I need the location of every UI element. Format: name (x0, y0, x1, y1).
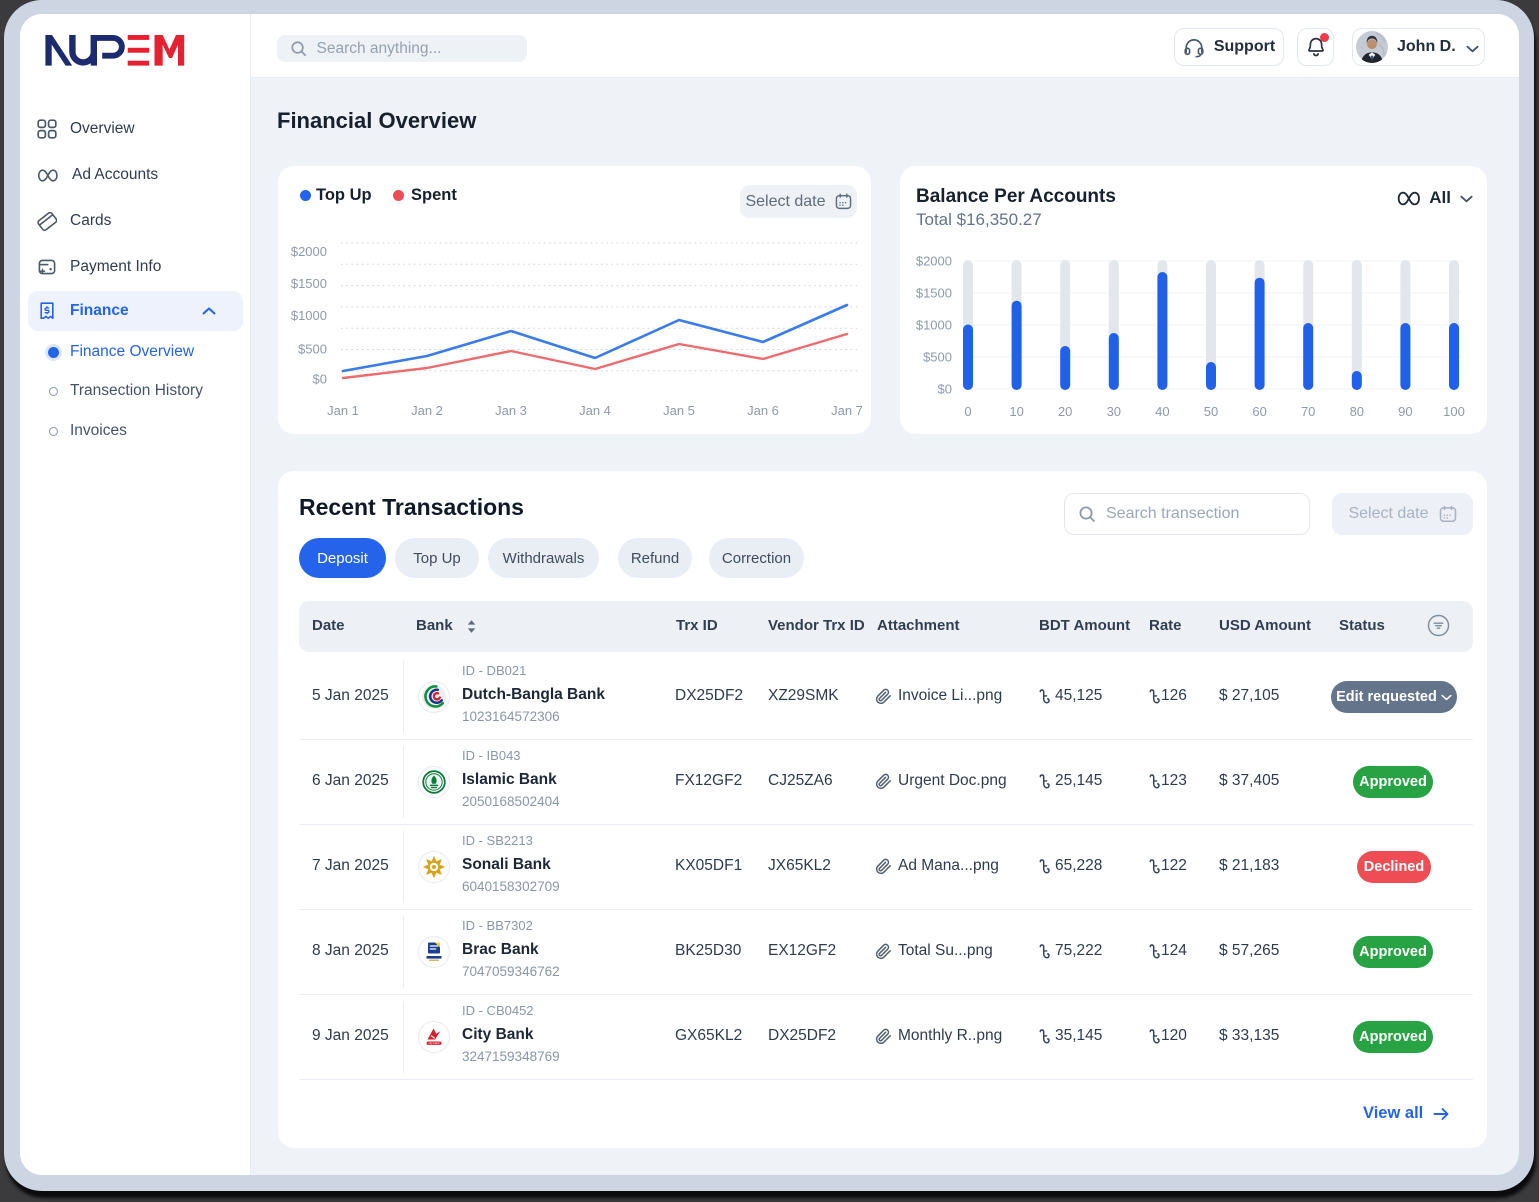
svg-text:50: 50 (1204, 404, 1218, 419)
svg-text:60: 60 (1252, 404, 1266, 419)
svg-text:40: 40 (1155, 404, 1169, 419)
svg-text:$1500: $1500 (291, 276, 327, 291)
svg-text:Jan 6: Jan 6 (747, 403, 779, 418)
svg-text:$0: $0 (313, 372, 327, 387)
svg-text:Jan 7: Jan 7 (831, 403, 863, 418)
svg-text:0: 0 (964, 404, 971, 419)
svg-text:$1500: $1500 (916, 286, 952, 301)
svg-text:$2000: $2000 (291, 244, 327, 259)
svg-text:city bank: city bank (428, 1041, 440, 1045)
svg-text:$1000: $1000 (916, 318, 952, 333)
svg-text:90: 90 (1398, 404, 1412, 419)
svg-text:$500: $500 (298, 342, 327, 357)
svg-text:10: 10 (1009, 404, 1023, 419)
svg-text:$2000: $2000 (916, 254, 952, 269)
svg-text:Jan 4: Jan 4 (579, 403, 611, 418)
svg-text:$1000: $1000 (291, 308, 327, 323)
svg-text:$500: $500 (923, 350, 952, 365)
svg-text:Jan 3: Jan 3 (495, 403, 527, 418)
svg-text:$0: $0 (938, 382, 952, 397)
svg-text:70: 70 (1301, 404, 1315, 419)
svg-text:30: 30 (1107, 404, 1121, 419)
svg-text:Jan 5: Jan 5 (663, 403, 695, 418)
svg-text:100: 100 (1443, 404, 1465, 419)
svg-text:Jan 2: Jan 2 (411, 403, 443, 418)
svg-text:Jan 1: Jan 1 (327, 403, 359, 418)
svg-text:20: 20 (1058, 404, 1072, 419)
svg-text:80: 80 (1350, 404, 1364, 419)
